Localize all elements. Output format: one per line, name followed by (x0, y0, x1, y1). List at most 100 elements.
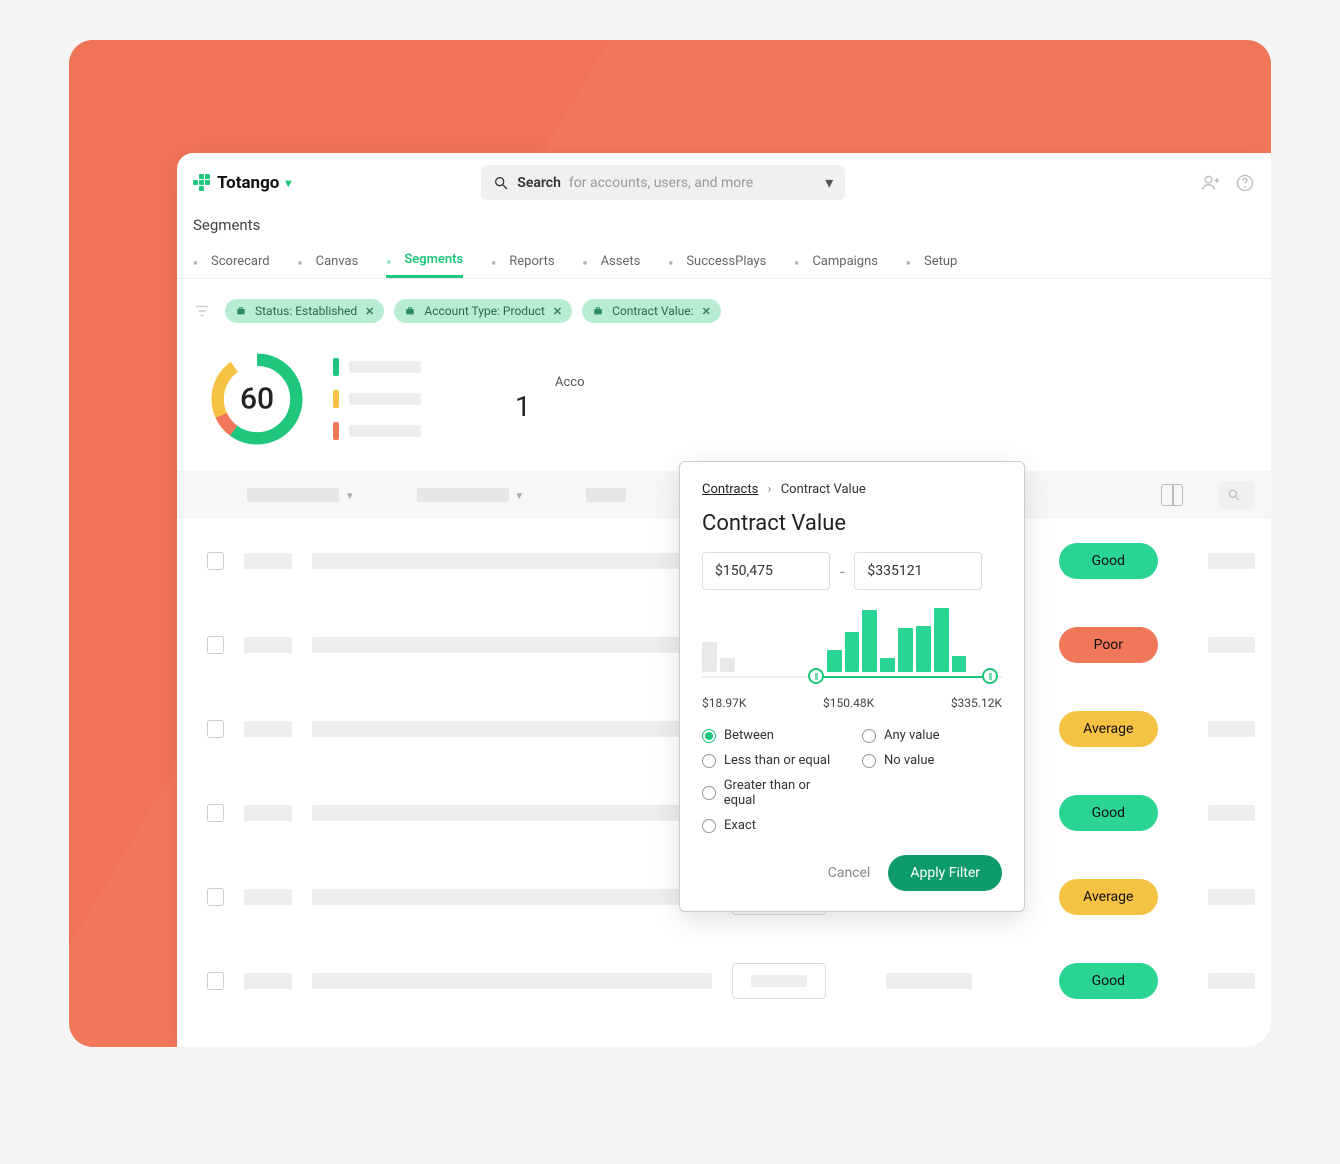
radio-option[interactable]: Any value (862, 728, 1002, 743)
status-badge: Good (1059, 543, 1158, 579)
radio-icon (702, 754, 716, 768)
tab-scorecard[interactable]: ▪Scorecard (193, 244, 270, 278)
chip-remove-icon[interactable]: ✕ (702, 305, 711, 318)
breadcrumb: Contracts › Contract Value (702, 482, 1002, 497)
brand[interactable]: Totango ▾ (193, 173, 291, 193)
breadcrumb-root[interactable]: Contracts (702, 482, 758, 497)
table-row: Good (193, 939, 1255, 1023)
topbar-actions (1201, 173, 1255, 193)
accounts-value: 1 (515, 390, 585, 423)
range-to-input[interactable] (854, 552, 982, 590)
cancel-button[interactable]: Cancel (828, 865, 871, 881)
briefcase-icon (592, 306, 604, 316)
brand-logo-icon (193, 174, 211, 192)
radio-option[interactable]: No value (862, 753, 1002, 768)
histo-min-label: $18.97K (702, 696, 746, 710)
row-checkbox[interactable] (207, 888, 224, 906)
health-donut: 60 (205, 347, 309, 451)
cell-box[interactable] (732, 963, 827, 999)
app-window: Totango ▾ Search for accounts, users, an… (177, 153, 1271, 1047)
tab-assets[interactable]: ▪Assets (583, 244, 641, 278)
page-title: Segments (177, 212, 1271, 244)
tab-reports[interactable]: ▪Reports (491, 244, 554, 278)
row-checkbox[interactable] (207, 720, 224, 738)
row-checkbox[interactable] (207, 804, 224, 822)
radio-icon (862, 754, 876, 768)
histogram-bar (845, 632, 860, 672)
tab-segments[interactable]: ▪Segments (386, 244, 463, 278)
histo-max-label: $335.12K (951, 696, 1002, 710)
histogram-bar (952, 656, 967, 672)
search-icon (493, 175, 509, 191)
donut-value: 60 (240, 382, 274, 417)
range-separator: - (840, 562, 844, 581)
tab-setup[interactable]: ▪Setup (906, 244, 957, 278)
radio-icon (862, 729, 876, 743)
tab-canvas[interactable]: ▪Canvas (298, 244, 359, 278)
comparison-radios: Between Any value Less than or equal No val… (702, 728, 1002, 833)
chevron-down-icon[interactable]: ▾ (825, 173, 833, 192)
chip-remove-icon[interactable]: ✕ (365, 305, 374, 318)
radio-icon (702, 786, 716, 800)
filter-chip-row: Status: Established✕ Account Type: Produc… (177, 279, 1271, 343)
filter-chip[interactable]: Contract Value:✕ (582, 299, 721, 323)
status-badge: Poor (1059, 627, 1158, 663)
filter-icon[interactable] (193, 302, 211, 320)
histogram-bar (827, 650, 842, 672)
histo-mid-label: $150.48K (823, 696, 874, 710)
histogram-bar (916, 626, 931, 672)
row-checkbox[interactable] (207, 552, 224, 570)
chip-remove-icon[interactable]: ✕ (553, 305, 562, 318)
radio-icon (702, 729, 716, 743)
search-icon (1227, 488, 1241, 502)
layout-toggle-icon[interactable] (1161, 484, 1183, 506)
search-placeholder: for accounts, users, and more (569, 175, 753, 191)
histogram-bar (880, 658, 895, 672)
briefcase-icon (235, 306, 247, 316)
contract-value-filter-popover: Contracts › Contract Value Contract Valu… (679, 461, 1025, 912)
brand-name: Totango (217, 173, 279, 193)
histogram: ||| ||| (702, 608, 1002, 688)
row-checkbox[interactable] (207, 972, 224, 990)
add-user-icon[interactable] (1201, 173, 1221, 193)
tab-successplays[interactable]: ▪SuccessPlays (668, 244, 766, 278)
donut-legend (333, 358, 421, 440)
histogram-bar (720, 658, 735, 672)
search-label: Search (517, 175, 561, 191)
legend-swatch-average (333, 390, 339, 408)
radio-option[interactable]: Greater than or equal (702, 778, 842, 808)
histogram-bar (898, 628, 913, 672)
breadcrumb-leaf: Contract Value (781, 482, 866, 497)
radio-option[interactable]: Less than or equal (702, 753, 842, 768)
legend-swatch-good (333, 358, 339, 376)
accounts-label: Acco (555, 375, 585, 390)
range-slider-track[interactable]: ||| ||| (702, 676, 1002, 678)
histogram-bar (702, 642, 717, 672)
table-search[interactable] (1219, 481, 1255, 509)
help-icon[interactable] (1235, 173, 1255, 193)
filter-chip[interactable]: Account Type: Product✕ (394, 299, 572, 323)
popover-title: Contract Value (702, 511, 1002, 536)
histogram-bar (934, 608, 949, 672)
tab-campaigns[interactable]: ▪Campaigns (794, 244, 878, 278)
column-header[interactable]: ▾ (247, 488, 353, 502)
chevron-down-icon: ▾ (285, 176, 291, 190)
radio-option[interactable]: Between (702, 728, 842, 743)
briefcase-icon (404, 306, 416, 316)
topbar: Totango ▾ Search for accounts, users, an… (177, 153, 1271, 212)
column-header[interactable]: ▾ (417, 488, 523, 502)
radio-option[interactable]: Exact (702, 818, 842, 833)
status-badge: Average (1059, 711, 1158, 747)
legend-swatch-poor (333, 422, 339, 440)
search-input[interactable]: Search for accounts, users, and more ▾ (481, 165, 845, 200)
slider-handle-left[interactable]: ||| (808, 668, 824, 684)
status-badge: Good (1059, 963, 1158, 999)
slider-handle-right[interactable]: ||| (982, 668, 998, 684)
filter-chip[interactable]: Status: Established✕ (225, 299, 384, 323)
row-checkbox[interactable] (207, 636, 224, 654)
column-header[interactable] (586, 488, 626, 502)
tabs: ▪Scorecard ▪Canvas ▪Segments ▪Reports ▪Asset… (177, 244, 1271, 279)
histogram-bar (862, 610, 877, 672)
range-from-input[interactable] (702, 552, 830, 590)
apply-filter-button[interactable]: Apply Filter (888, 855, 1002, 891)
